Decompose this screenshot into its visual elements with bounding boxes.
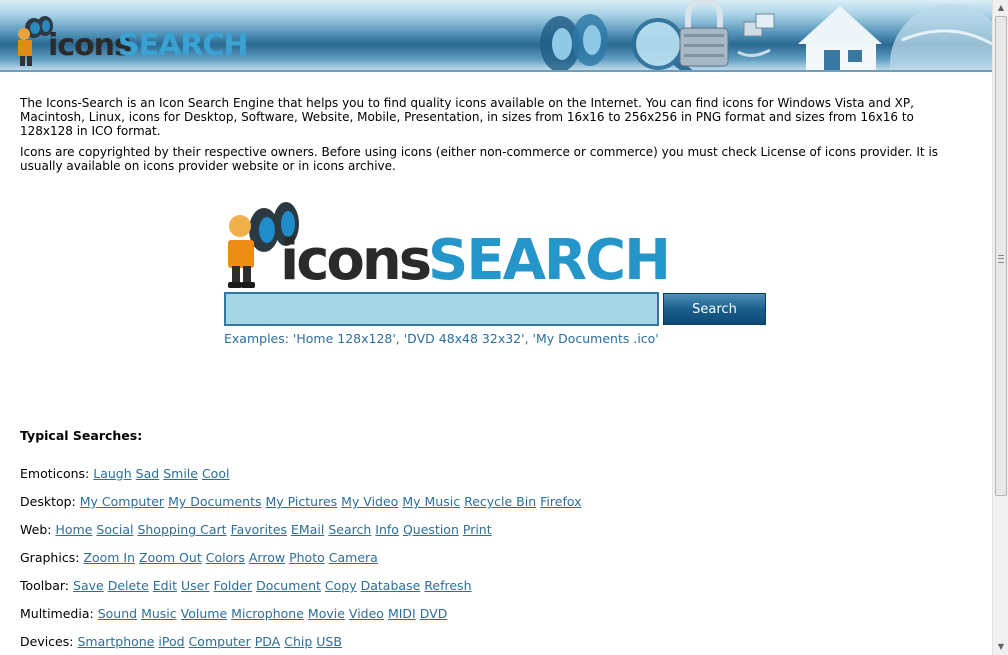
scroll-down-arrow-icon[interactable]: ▼ [994, 639, 1008, 655]
search-examples: Examples: 'Home 128x128', 'DVD 48x48 32x… [224, 331, 659, 346]
search-link[interactable]: My Video [341, 494, 398, 509]
search-link[interactable]: Arrow [249, 550, 285, 565]
search-link[interactable]: EMail [291, 522, 324, 537]
category-label: Toolbar: [20, 578, 70, 593]
search-category-row: Devices: Smartphone iPod Computer PDA Chip USB [20, 634, 346, 649]
search-link[interactable]: My Pictures [266, 494, 338, 509]
search-link[interactable]: Social [96, 522, 133, 537]
search-category-row: Web: Home Social Shopping Cart Favorites EMai… [20, 522, 496, 537]
search-link[interactable]: Microphone [231, 606, 304, 621]
search-button[interactable]: Search [663, 293, 766, 325]
search-category-row: Graphics: Zoom In Zoom Out Colors Arrow Photo… [20, 550, 382, 565]
search-link[interactable]: Info [375, 522, 399, 537]
search-link[interactable]: iPod [158, 634, 184, 649]
site-logo[interactable]: icons SEARCH [14, 10, 274, 68]
search-input[interactable] [224, 292, 659, 326]
vertical-scrollbar[interactable]: ▲ ▼ [992, 0, 1008, 655]
search-link[interactable]: Favorites [231, 522, 287, 537]
search-link[interactable]: Home [55, 522, 92, 537]
search-link[interactable]: USB [316, 634, 342, 649]
logo-text-search: SEARCH [428, 228, 671, 293]
header-banner: icons SEARCH [0, 0, 992, 72]
search-link[interactable]: Refresh [424, 578, 471, 593]
search-link[interactable]: Video [349, 606, 384, 621]
search-link[interactable]: My Documents [168, 494, 261, 509]
search-link[interactable]: Print [463, 522, 492, 537]
header-decoration-icons [540, 0, 992, 72]
scrollbar-thumb[interactable] [995, 16, 1007, 496]
logo-text-icons: icons [280, 228, 432, 293]
search-link[interactable]: My Computer [80, 494, 164, 509]
search-link[interactable]: Sad [136, 466, 160, 481]
category-label: Emoticons: [20, 466, 90, 481]
search-link[interactable]: Search [328, 522, 371, 537]
search-link[interactable]: Edit [153, 578, 177, 593]
search-link[interactable]: Database [361, 578, 421, 593]
search-link[interactable]: Movie [308, 606, 345, 621]
search-link[interactable]: DVD [420, 606, 448, 621]
search-link[interactable]: Smile [163, 466, 198, 481]
scroll-up-arrow-icon[interactable]: ▲ [994, 0, 1008, 16]
search-category-row: Multimedia: Sound Music Volume Microphone Mov… [20, 606, 451, 621]
search-link[interactable]: Document [256, 578, 321, 593]
search-link[interactable]: User [181, 578, 210, 593]
search-link[interactable]: Sound [98, 606, 137, 621]
search-link[interactable]: My Music [402, 494, 460, 509]
network-icon [737, 13, 775, 57]
search-category-row: Desktop: My Computer My Documents My Pictur… [20, 494, 586, 509]
search-link[interactable]: Chip [284, 634, 312, 649]
category-label: Multimedia: [20, 606, 94, 621]
search-link[interactable]: Cool [202, 466, 230, 481]
search-category-row: Emoticons: Laugh Sad Smile Cool [20, 466, 233, 481]
search-link[interactable]: PDA [255, 634, 281, 649]
search-link[interactable]: Colors [206, 550, 245, 565]
search-link[interactable]: MIDI [388, 606, 416, 621]
search-link[interactable]: Smartphone [77, 634, 154, 649]
lock-icon [679, 0, 729, 67]
grip-icon [998, 255, 1004, 263]
search-link[interactable]: Folder [214, 578, 253, 593]
header-divider [0, 70, 992, 72]
search-link[interactable]: Zoom Out [139, 550, 202, 565]
search-link[interactable]: Firefox [540, 494, 581, 509]
search-link[interactable]: Save [73, 578, 104, 593]
search-link[interactable]: Zoom In [83, 550, 135, 565]
search-link[interactable]: Computer [189, 634, 251, 649]
search-link[interactable]: Volume [181, 606, 228, 621]
search-link[interactable]: Camera [329, 550, 378, 565]
globe-icon [890, 4, 992, 72]
intro-section: The Icons-Search is an Icon Search Engin… [20, 96, 970, 180]
search-link[interactable]: Music [141, 606, 177, 621]
search-link[interactable]: Shopping Cart [137, 522, 226, 537]
typical-searches-heading: Typical Searches: [20, 428, 143, 443]
search-logo: icons SEARCH [222, 200, 671, 293]
search-link[interactable]: Question [403, 522, 459, 537]
intro-paragraph-1: The Icons-Search is an Icon Search Engin… [20, 96, 914, 138]
home-icon [798, 6, 882, 72]
search-link[interactable]: Recycle Bin [464, 494, 536, 509]
intro-paragraph-2: Icons are copyrighted by their respectiv… [20, 145, 939, 173]
logo-text-search: SEARCH [118, 28, 249, 63]
search-link[interactable]: Copy [325, 578, 357, 593]
category-label: Web: [20, 522, 52, 537]
search-category-row: Toolbar: Save Delete Edit User Folder Document… [20, 578, 476, 593]
search-link[interactable]: Delete [108, 578, 149, 593]
search-link[interactable]: Laugh [93, 466, 131, 481]
binoculars-icon [540, 14, 608, 72]
category-label: Desktop: [20, 494, 76, 509]
category-label: Devices: [20, 634, 74, 649]
category-label: Graphics: [20, 550, 80, 565]
search-link[interactable]: Photo [289, 550, 325, 565]
